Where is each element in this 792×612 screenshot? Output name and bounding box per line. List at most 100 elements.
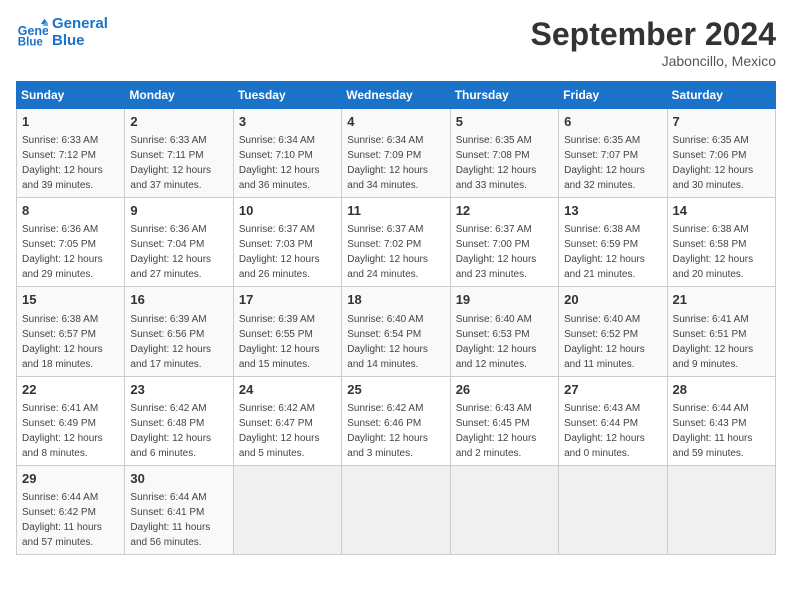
calendar-cell: 28Sunrise: 6:44 AMSunset: 6:43 PMDayligh… — [667, 376, 775, 465]
sunset-text: Sunset: 6:43 PM — [673, 418, 747, 429]
calendar-week-1: 1Sunrise: 6:33 AMSunset: 7:12 PMDaylight… — [17, 109, 776, 198]
sunset-text: Sunset: 6:48 PM — [130, 418, 204, 429]
calendar-cell: 14Sunrise: 6:38 AMSunset: 6:58 PMDayligh… — [667, 198, 775, 287]
col-header-monday: Monday — [125, 82, 233, 109]
sunset-text: Sunset: 7:11 PM — [130, 150, 203, 161]
day-number: 28 — [673, 381, 770, 399]
sunrise-text: Sunrise: 6:43 AM — [456, 403, 532, 414]
daylight-text: Daylight: 12 hours and 39 minutes. — [22, 165, 103, 191]
location: Jaboncillo, Mexico — [531, 53, 776, 69]
sunrise-text: Sunrise: 6:37 AM — [456, 224, 532, 235]
calendar-cell — [559, 465, 667, 554]
day-number: 18 — [347, 291, 444, 309]
svg-text:Blue: Blue — [18, 36, 44, 48]
calendar-cell — [667, 465, 775, 554]
sunset-text: Sunset: 6:55 PM — [239, 329, 313, 340]
sunset-text: Sunset: 6:47 PM — [239, 418, 313, 429]
day-number: 8 — [22, 202, 119, 220]
calendar-week-4: 22Sunrise: 6:41 AMSunset: 6:49 PMDayligh… — [17, 376, 776, 465]
day-number: 11 — [347, 202, 444, 220]
day-number: 16 — [130, 291, 227, 309]
sunset-text: Sunset: 7:08 PM — [456, 150, 530, 161]
calendar-cell: 10Sunrise: 6:37 AMSunset: 7:03 PMDayligh… — [233, 198, 341, 287]
day-number: 7 — [673, 113, 770, 131]
col-header-thursday: Thursday — [450, 82, 558, 109]
day-number: 6 — [564, 113, 661, 131]
day-number: 12 — [456, 202, 553, 220]
sunset-text: Sunset: 6:46 PM — [347, 418, 421, 429]
calendar-week-5: 29Sunrise: 6:44 AMSunset: 6:42 PMDayligh… — [17, 465, 776, 554]
sunrise-text: Sunrise: 6:44 AM — [673, 403, 749, 414]
col-header-saturday: Saturday — [667, 82, 775, 109]
calendar-cell: 9Sunrise: 6:36 AMSunset: 7:04 PMDaylight… — [125, 198, 233, 287]
daylight-text: Daylight: 12 hours and 12 minutes. — [456, 344, 537, 370]
calendar-cell: 23Sunrise: 6:42 AMSunset: 6:48 PMDayligh… — [125, 376, 233, 465]
daylight-text: Daylight: 12 hours and 23 minutes. — [456, 254, 537, 280]
day-number: 20 — [564, 291, 661, 309]
day-number: 21 — [673, 291, 770, 309]
day-number: 30 — [130, 470, 227, 488]
sunset-text: Sunset: 6:54 PM — [347, 329, 421, 340]
logo-text: GeneralBlue — [52, 16, 108, 49]
sunset-text: Sunset: 6:45 PM — [456, 418, 530, 429]
sunset-text: Sunset: 7:00 PM — [456, 239, 530, 250]
daylight-text: Daylight: 12 hours and 14 minutes. — [347, 344, 428, 370]
sunrise-text: Sunrise: 6:42 AM — [347, 403, 423, 414]
calendar-header-row: SundayMondayTuesdayWednesdayThursdayFrid… — [17, 82, 776, 109]
daylight-text: Daylight: 12 hours and 17 minutes. — [130, 344, 211, 370]
page-header: General Blue GeneralBlue September 2024 … — [16, 16, 776, 69]
sunrise-text: Sunrise: 6:40 AM — [456, 314, 532, 325]
calendar-cell: 5Sunrise: 6:35 AMSunset: 7:08 PMDaylight… — [450, 109, 558, 198]
sunrise-text: Sunrise: 6:41 AM — [22, 403, 98, 414]
calendar-cell: 19 Sunrise: 6:40 AM Sunset: 6:53 PM Dayligh… — [450, 287, 558, 376]
sunset-text: Sunset: 7:03 PM — [239, 239, 313, 250]
sunrise-text: Sunrise: 6:40 AM — [347, 314, 423, 325]
sunrise-text: Sunrise: 6:36 AM — [22, 224, 98, 235]
daylight-text: Daylight: 12 hours and 21 minutes. — [564, 254, 645, 280]
col-header-wednesday: Wednesday — [342, 82, 450, 109]
sunrise-text: Sunrise: 6:39 AM — [239, 314, 315, 325]
daylight-text: Daylight: 12 hours and 5 minutes. — [239, 433, 320, 459]
sunset-text: Sunset: 6:42 PM — [22, 507, 96, 518]
sunset-text: Sunset: 6:41 PM — [130, 507, 204, 518]
sunrise-text: Sunrise: 6:38 AM — [564, 224, 640, 235]
day-number: 4 — [347, 113, 444, 131]
sunset-text: Sunset: 6:53 PM — [456, 329, 530, 340]
calendar-body: 1Sunrise: 6:33 AMSunset: 7:12 PMDaylight… — [17, 109, 776, 555]
sunrise-text: Sunrise: 6:35 AM — [564, 135, 640, 146]
day-number: 17 — [239, 291, 336, 309]
sunset-text: Sunset: 6:49 PM — [22, 418, 96, 429]
title-block: September 2024 Jaboncillo, Mexico — [531, 16, 776, 69]
sunrise-text: Sunrise: 6:34 AM — [239, 135, 315, 146]
daylight-text: Daylight: 12 hours and 27 minutes. — [130, 254, 211, 280]
calendar-week-2: 8 Sunrise: 6:36 AM Sunset: 7:05 PM Daylight… — [17, 198, 776, 287]
calendar-cell: 25Sunrise: 6:42 AMSunset: 6:46 PMDayligh… — [342, 376, 450, 465]
daylight-text: Daylight: 12 hours and 8 minutes. — [22, 433, 103, 459]
col-header-sunday: Sunday — [17, 82, 125, 109]
sunrise-text: Sunrise: 6:42 AM — [130, 403, 206, 414]
daylight-text: Daylight: 12 hours and 0 minutes. — [564, 433, 645, 459]
day-number: 24 — [239, 381, 336, 399]
calendar-cell: 22Sunrise: 6:41 AMSunset: 6:49 PMDayligh… — [17, 376, 125, 465]
daylight-text: Daylight: 12 hours and 20 minutes. — [673, 254, 754, 280]
calendar-cell: 3Sunrise: 6:34 AMSunset: 7:10 PMDaylight… — [233, 109, 341, 198]
calendar-cell — [233, 465, 341, 554]
daylight-text: Daylight: 12 hours and 15 minutes. — [239, 344, 320, 370]
day-number: 14 — [673, 202, 770, 220]
daylight-text: Daylight: 12 hours and 32 minutes. — [564, 165, 645, 191]
calendar-cell: 24Sunrise: 6:42 AMSunset: 6:47 PMDayligh… — [233, 376, 341, 465]
sunrise-text: Sunrise: 6:37 AM — [239, 224, 315, 235]
daylight-text: Daylight: 12 hours and 37 minutes. — [130, 165, 211, 191]
col-header-tuesday: Tuesday — [233, 82, 341, 109]
sunset-text: Sunset: 7:05 PM — [22, 239, 96, 250]
sunrise-text: Sunrise: 6:40 AM — [564, 314, 640, 325]
calendar-cell: 18 Sunrise: 6:40 AM Sunset: 6:54 PM Dayligh… — [342, 287, 450, 376]
day-number: 19 — [456, 291, 553, 309]
day-number: 2 — [130, 113, 227, 131]
sunset-text: Sunset: 6:52 PM — [564, 329, 638, 340]
calendar-cell: 8Sunrise: 6:36 AMSunset: 7:05 PMDaylight… — [17, 198, 125, 287]
day-number: 23 — [130, 381, 227, 399]
sunset-text: Sunset: 6:57 PM — [22, 329, 96, 340]
sunset-text: Sunset: 7:07 PM — [564, 150, 638, 161]
sunrise-text: Sunrise: 6:38 AM — [22, 314, 98, 325]
